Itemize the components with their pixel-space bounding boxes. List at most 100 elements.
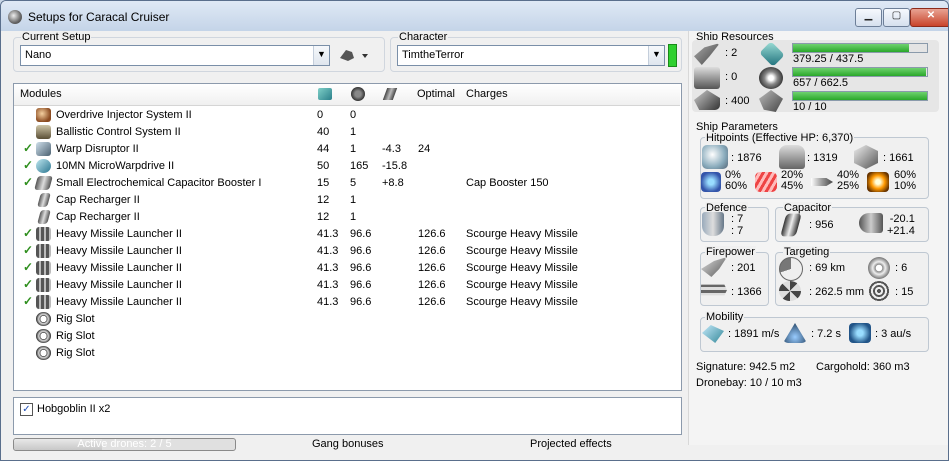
module-capacitor: +8.8: [382, 177, 404, 189]
module-capacitor: -15.8: [382, 160, 408, 172]
module-row[interactable]: ✓ Small Electrochemical Capacitor Booster…: [14, 175, 680, 192]
current-setup-select[interactable]: Nano ▼: [20, 45, 330, 66]
drones-panel: ✓ Hobgoblin II x2: [13, 397, 682, 435]
kinetic-resist-values: 40% 25%: [837, 169, 860, 192]
module-row[interactable]: ✓ 10MN MicroWarpdrive II 50 165 -15.8: [14, 158, 680, 175]
armor-hp-value: : 1319: [807, 152, 838, 164]
column-header-filler: [648, 84, 680, 106]
module-row[interactable]: ✓ Heavy Missile Launcher II 41.3 96.6 126.6 S…: [14, 260, 680, 277]
module-cpu: 50: [317, 160, 330, 172]
column-header-capacitor[interactable]: [375, 84, 412, 106]
scan-resolution-value: : 262.5 mm: [809, 286, 865, 298]
module-row[interactable]: Rig Slot: [14, 328, 680, 345]
defence-values: : 7: 7: [731, 213, 744, 237]
powergrid-bar: [792, 67, 928, 77]
column-header-cpu[interactable]: [310, 84, 344, 106]
active-check-icon: ✓: [23, 277, 34, 291]
module-row[interactable]: Cap Recharger II 12 1: [14, 192, 680, 209]
powergrid-value: 657 / 662.5: [793, 77, 849, 89]
column-header-modules[interactable]: Modules: [14, 84, 311, 106]
module-row[interactable]: Overdrive Injector System II 0 0: [14, 107, 680, 124]
powergrid-bar-fill: [793, 68, 926, 76]
module-row[interactable]: ✓ Heavy Missile Launcher II 41.3 96.6 126.6 S…: [14, 226, 680, 243]
drone-checkbox[interactable]: ✓: [20, 403, 33, 416]
defence-icon: [702, 212, 724, 236]
module-name: Cap Recharger II: [56, 211, 140, 223]
module-powergrid: 96.6: [350, 262, 372, 274]
title-bar: Setups for Caracal Cruiser ▁ ▢ ✕: [1, 1, 948, 31]
module-row[interactable]: Cap Recharger II 12 1: [14, 209, 680, 226]
module-row[interactable]: Rig Slot: [14, 345, 680, 362]
gang-bonuses-tab[interactable]: Gang bonuses: [312, 438, 384, 450]
warp-disruptor-icon: [36, 142, 51, 156]
structure-hp-value: : 1661: [883, 152, 914, 164]
cap-booster-icon: [34, 176, 53, 190]
drone-bandwidth-bar-fill: [793, 92, 927, 100]
powergrid-icon: [759, 67, 783, 89]
drone-item[interactable]: Hobgoblin II x2: [37, 403, 110, 415]
character-status-indicator: [668, 44, 677, 67]
rig-slot-icon: [36, 329, 51, 343]
module-cpu: 41.3: [317, 228, 339, 240]
current-setup-label: Current Setup: [21, 31, 92, 43]
module-cpu: 41.3: [317, 296, 339, 308]
active-check-icon: ✓: [23, 243, 34, 257]
module-charges: Scourge Heavy Missile: [466, 228, 578, 240]
column-header-charges[interactable]: Charges: [460, 84, 649, 106]
module-name: Ballistic Control System II: [56, 126, 181, 138]
em-resist-values: 0% 60%: [725, 169, 748, 192]
close-button[interactable]: ✕: [910, 8, 948, 27]
module-cpu: 15: [317, 177, 330, 189]
setup-actions-button[interactable]: [338, 46, 370, 64]
microwarpdrive-icon: [36, 159, 51, 173]
app-icon: [8, 10, 22, 24]
thermal-resist-values: 20% 45%: [781, 169, 804, 192]
module-row[interactable]: ✓ Heavy Missile Launcher II 41.3 96.6 126.6 S…: [14, 243, 680, 260]
cargohold-value: Cargohold: 360 m3: [816, 361, 910, 373]
scan-resolution-icon: [779, 281, 801, 301]
module-row[interactable]: Ballistic Control System II 40 1: [14, 124, 680, 141]
module-row[interactable]: ✓ Heavy Missile Launcher II 41.3 96.6 126.6 S…: [14, 294, 680, 311]
module-powergrid: 0: [350, 109, 357, 121]
drone-bandwidth-bar: [792, 91, 928, 101]
module-powergrid: 1: [350, 143, 357, 155]
module-row[interactable]: ✓ Warp Disruptor II 44 1 -4.3 24: [14, 141, 680, 158]
column-header-optimal[interactable]: Optimal: [411, 84, 461, 106]
module-powergrid: 1: [350, 194, 357, 206]
capacitor-icon: [382, 88, 398, 100]
module-name: Heavy Missile Launcher II: [56, 296, 182, 308]
module-powergrid: 165: [350, 160, 369, 172]
active-check-icon: ✓: [23, 175, 34, 189]
mobility-title: Mobility: [705, 311, 745, 323]
column-header-powergrid[interactable]: [343, 84, 376, 106]
shield-icon: [702, 145, 728, 169]
modules-panel: Modules Optimal Charges Overdrive Inject…: [13, 83, 682, 391]
calibration-value: : 400: [725, 95, 750, 107]
projected-effects-tab[interactable]: Projected effects: [530, 438, 612, 450]
module-name: Heavy Missile Launcher II: [56, 262, 182, 274]
module-optimal: 24: [418, 143, 431, 155]
cpu-bar-fill: [793, 44, 910, 52]
module-optimal: 126.6: [418, 228, 446, 240]
module-optimal: 126.6: [418, 262, 446, 274]
drone-bandwidth-value: 10 / 10: [793, 101, 827, 113]
capacitor-title: Capacitor: [783, 202, 833, 214]
module-optimal: 126.6: [418, 279, 446, 291]
rig-slot-icon: [36, 312, 51, 326]
minimize-button[interactable]: ▁: [855, 8, 882, 27]
capacitor-delta-values: -20.1 +21.4: [887, 213, 915, 237]
module-name: Small Electrochemical Capacitor Booster …: [56, 177, 262, 189]
em-resist-icon: [701, 172, 721, 192]
module-powergrid: 96.6: [350, 296, 372, 308]
character-select[interactable]: TimtheTerror ▼: [397, 45, 665, 66]
module-row[interactable]: Rig Slot: [14, 311, 680, 328]
module-name: Rig Slot: [56, 313, 95, 325]
thermal-resist-icon: [755, 172, 777, 192]
module-row[interactable]: ✓ Heavy Missile Launcher II 41.3 96.6 126.6 S…: [14, 277, 680, 294]
align-time-value: : 7.2 s: [811, 328, 841, 340]
cpu-icon: [318, 88, 332, 100]
maximize-button[interactable]: ▢: [883, 8, 910, 27]
launcher-hardpoint-icon: [694, 67, 720, 89]
module-powergrid: 1: [350, 126, 357, 138]
window-title: Setups for Caracal Cruiser: [28, 10, 170, 24]
